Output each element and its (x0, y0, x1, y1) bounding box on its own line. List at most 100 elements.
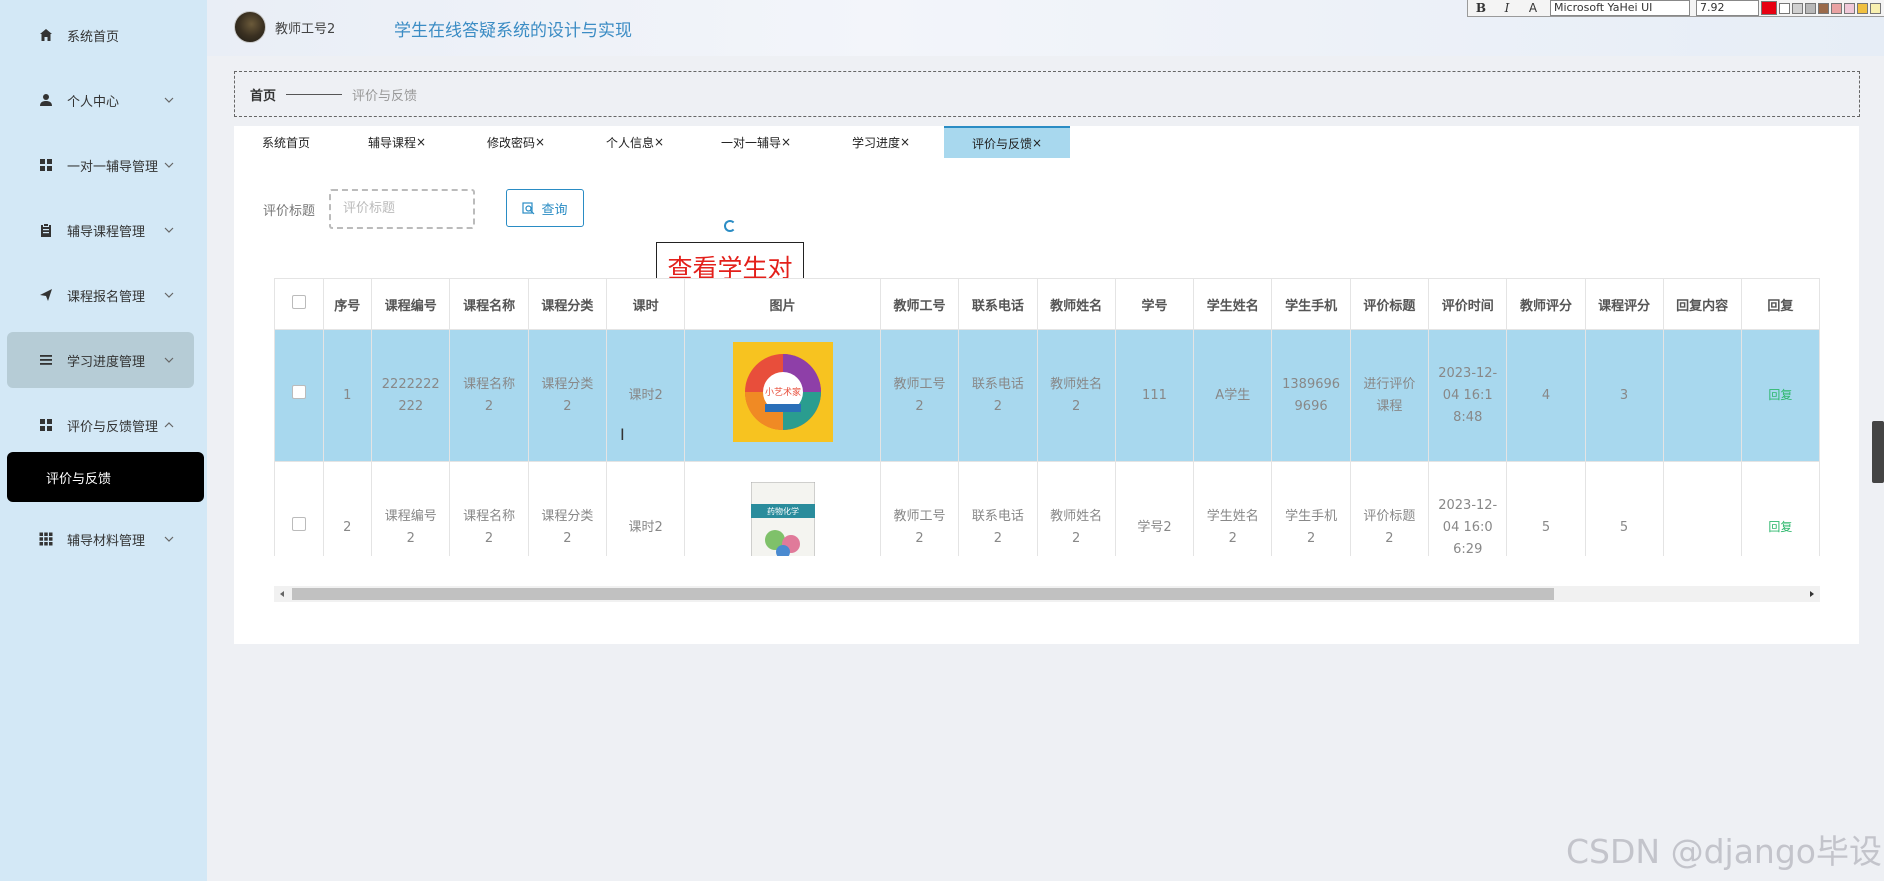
apps-icon (38, 531, 54, 547)
close-icon[interactable]: × (654, 135, 664, 149)
sidebar-item-courses[interactable]: 辅导课程管理 (0, 210, 207, 250)
tab-home[interactable]: 系统首页 (234, 126, 338, 158)
tab-feedback[interactable]: 评价与反馈 × (944, 126, 1070, 158)
sidebar-item-feedback[interactable]: 评价与反馈管理 (0, 405, 207, 445)
column-header[interactable]: 课程名称 (449, 278, 529, 330)
color-swatch[interactable] (1844, 2, 1855, 14)
cell-reply: 回复 (1740, 329, 1820, 462)
tab-label: 辅导课程 (367, 135, 416, 150)
scrollbar-thumb[interactable] (292, 588, 1554, 600)
color-swatch[interactable] (1857, 2, 1868, 14)
cell-course-name: 课程名称2 (449, 461, 529, 556)
column-header[interactable]: 课程分类 (527, 278, 608, 330)
cell-teacher-name-text: 教师姓名2 (1050, 376, 1103, 414)
column-header[interactable]: 回复内容 (1662, 278, 1742, 330)
sidebar-item-enrollment[interactable]: 课程报名管理 (0, 275, 207, 315)
sidebar-item-profile[interactable]: 个人中心 (0, 80, 207, 120)
book-cover-image[interactable]: 小艺术家 (732, 341, 833, 442)
cell-review-title: 评价标题2 (1349, 461, 1430, 556)
cell-student-phone: 学生手机2 (1271, 461, 1351, 556)
close-icon[interactable]: × (781, 135, 791, 149)
search-input[interactable]: 评价标题 (329, 189, 475, 229)
sidebar-item-label: 辅导课程管理 (67, 224, 146, 240)
sidebar-item-label: 辅导材料管理 (67, 533, 146, 549)
search-button[interactable]: 查询 (506, 189, 584, 227)
column-header[interactable]: 课程评分 (1584, 278, 1664, 330)
column-header[interactable]: 教师工号 (879, 278, 960, 330)
row-checkbox[interactable] (291, 384, 306, 399)
tab-courses[interactable]: 辅导课程 × (338, 126, 456, 158)
font-size-select[interactable]: 7.92 (1696, 0, 1759, 16)
system-title: 学生在线答疑系统的设计与实现 (394, 21, 632, 41)
column-header[interactable]: 联系电话 (958, 278, 1038, 330)
column-header[interactable]: 回复 (1740, 278, 1820, 330)
column-header[interactable]: 学号 (1114, 278, 1195, 330)
teacher-name[interactable]: 教师工号2 (275, 18, 335, 37)
sidebar-item-progress[interactable]: 学习进度管理 (7, 332, 194, 388)
cell-teacher-name-text: 教师姓名2 (1050, 508, 1103, 546)
column-header[interactable]: 序号 (322, 278, 373, 330)
sidebar-subitem-feedback[interactable]: 评价与反馈 (7, 452, 204, 502)
column-header[interactable]: 课程编号 (371, 278, 451, 330)
column-header[interactable]: 教师评分 (1506, 278, 1586, 330)
close-icon[interactable]: × (900, 135, 910, 149)
bold-button[interactable]: B (1468, 1, 1494, 15)
tab-tutoring[interactable]: 一对一辅导 × (694, 126, 818, 158)
breadcrumb-home[interactable]: 首页 (250, 85, 276, 104)
vertical-scrollbar[interactable] (1872, 421, 1884, 483)
grid-icon (38, 417, 54, 433)
close-icon[interactable]: × (1032, 136, 1042, 150)
column-header[interactable]: 课时 (606, 278, 686, 330)
sidebar-item-tutoring[interactable]: 一对一辅导管理 (0, 145, 207, 185)
table-row[interactable]: 2 课程编号2 课程名称2 课程分类2 课时2 药物化学 教师工号2 联系电话2… (274, 461, 1820, 557)
column-header[interactable]: 评价时间 (1428, 278, 1508, 330)
sidebar-item-label: 学习进度管理 (67, 354, 146, 370)
cell-phone-text: 联系电话2 (971, 508, 1024, 546)
color-swatch[interactable] (1831, 2, 1842, 14)
tab-profile[interactable]: 个人信息 × (576, 126, 694, 158)
book-cover-image[interactable]: 药物化学 (750, 481, 815, 557)
cell-hours: 课时2 (606, 461, 686, 556)
row-checkbox[interactable] (291, 516, 306, 531)
sidebar-item-label: 课程报名管理 (67, 289, 146, 305)
column-header[interactable]: 图片 (684, 278, 881, 330)
cell-student-phone-text: 学生手机2 (1285, 508, 1338, 546)
select-all-checkbox[interactable] (291, 295, 306, 309)
tab-password[interactable]: 修改密码 × (456, 126, 576, 158)
horizontal-scrollbar[interactable] (274, 586, 1820, 602)
row-select-cell (274, 461, 324, 556)
sidebar-subitem-label: 评价与反馈 (46, 471, 112, 487)
color-swatch[interactable] (1761, 1, 1777, 15)
sidebar-item-materials[interactable]: 辅导材料管理 (0, 519, 207, 559)
scroll-left-icon[interactable] (278, 590, 286, 598)
color-swatch[interactable] (1779, 2, 1790, 14)
column-header[interactable]: 评价标题 (1349, 278, 1430, 330)
font-family-select[interactable]: Microsoft YaHei UI (1550, 0, 1690, 16)
search-label: 评价标题 (263, 204, 316, 219)
color-swatch[interactable] (1805, 2, 1816, 14)
sidebar-item-label: 一对一辅导管理 (67, 159, 159, 175)
tab-progress[interactable]: 学习进度 × (818, 126, 944, 158)
color-swatch[interactable] (1818, 2, 1829, 14)
column-header[interactable]: 学生手机 (1271, 278, 1351, 330)
loading-spinner-icon (724, 220, 736, 232)
color-swatch[interactable] (1870, 2, 1881, 14)
column-header[interactable]: 学生姓名 (1193, 278, 1273, 330)
avatar[interactable] (234, 11, 266, 43)
cell-teacher-score: 5 (1506, 461, 1586, 556)
close-icon[interactable]: × (416, 135, 426, 149)
font-color-button[interactable]: A (1520, 1, 1546, 15)
italic-button[interactable]: I (1494, 1, 1520, 15)
cell-student-phone: 13896969696 (1271, 329, 1351, 462)
cell-teacher-score: 4 (1506, 329, 1586, 462)
column-header[interactable]: 教师姓名 (1036, 278, 1116, 330)
table-row[interactable]: 1 2222222222 课程名称2 课程分类2 课时2 小艺术家 教师工号2 … (274, 329, 1820, 462)
scroll-right-icon[interactable] (1808, 590, 1816, 598)
cell-course-name-text: 课程名称2 (463, 376, 516, 414)
reply-link[interactable]: 回复 (1768, 520, 1792, 534)
tab-label: 学习进度 (851, 135, 900, 150)
close-icon[interactable]: × (535, 135, 545, 149)
color-swatch[interactable] (1792, 2, 1803, 14)
reply-link[interactable]: 回复 (1768, 388, 1792, 402)
sidebar-item-home[interactable]: 系统首页 (0, 15, 207, 55)
